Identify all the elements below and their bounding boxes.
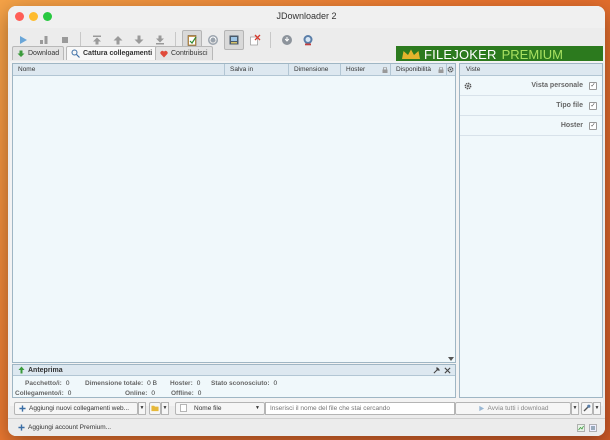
add-links-menu-button[interactable]: ▼: [138, 401, 146, 415]
stop-icon: [62, 37, 68, 43]
heart-icon: [160, 50, 168, 57]
stat-offline: Offline: 0: [171, 390, 202, 397]
stat-unknown-status: Stato sconosciuto: 0: [211, 380, 278, 387]
file-type-checkbox[interactable]: ✓: [589, 101, 597, 110]
clear-icon: [250, 34, 261, 46]
plus-icon: [18, 424, 25, 431]
preview-title: Anteprima: [28, 366, 63, 374]
lock-icon: [438, 67, 444, 73]
column-header-availability[interactable]: Disponibilità: [391, 64, 447, 76]
link-grabber-icon: [71, 49, 80, 58]
bottom-toolbar: Aggiungi nuovi collegamenti web... ▼ ▼ N…: [8, 400, 605, 416]
option-hoster[interactable]: Hoster ✓: [460, 116, 602, 136]
start-all-downloads-button[interactable]: Avvia tutti i download: [455, 401, 571, 415]
banner-text-premium: PREMIUM: [501, 47, 563, 62]
extract-menu-button[interactable]: ▼: [161, 401, 169, 415]
move-down-icon: [134, 35, 144, 44]
stat-hoster: Hoster: 0: [170, 380, 201, 387]
tab-label: Contribuisci: [171, 50, 208, 57]
main-content: Nome Salva in Dimensione Hoster Disponib…: [10, 61, 603, 406]
tab-contribute[interactable]: Contribuisci: [155, 46, 213, 60]
play-icon: [478, 405, 484, 411]
wrench-icon: [583, 404, 591, 412]
plus-icon: [19, 404, 26, 412]
add-links-button[interactable]: Aggiungi nuovi collegamenti web...: [14, 401, 138, 415]
stat-packages: Pacchetto/i: 0: [25, 380, 70, 387]
preview-icon: [18, 366, 25, 374]
pause-icon: [40, 36, 48, 44]
gear-icon[interactable]: [464, 82, 472, 90]
crown-icon: [402, 49, 420, 59]
status-bar: Aggiungi account Premium...: [8, 418, 605, 436]
clipboard-icon: [187, 35, 197, 46]
settings-button[interactable]: [581, 401, 593, 415]
lock-icon: [382, 67, 388, 73]
tab-download[interactable]: Download: [12, 46, 65, 60]
option-custom-view[interactable]: Vista personale ✓: [460, 76, 602, 96]
window-title: JDownloader 2: [276, 11, 337, 21]
wrench-icon[interactable]: [433, 367, 440, 374]
settings-menu-button[interactable]: ▼: [593, 401, 601, 415]
folder-icon: [151, 405, 159, 412]
option-label: Hoster: [560, 122, 583, 129]
auto-confirm-icon: [229, 35, 239, 45]
chevron-down-icon: ▼: [255, 405, 260, 411]
move-up-icon: [113, 36, 123, 45]
download-icon: [17, 50, 25, 57]
app-window: JDownloader 2 Download Cattura collegame…: [8, 6, 605, 436]
column-settings-gear[interactable]: [447, 66, 454, 75]
play-icon: [20, 36, 27, 44]
extract-button[interactable]: [149, 401, 161, 415]
stat-total-size: Dimensione totale: 0 B: [85, 380, 157, 387]
views-panel: Viste Vista personale ✓ Tipo file ✓ Host…: [459, 63, 603, 398]
speed-meter-icon[interactable]: [577, 423, 585, 432]
column-header-name[interactable]: Nome: [13, 64, 225, 76]
tab-link-grabber[interactable]: Cattura collegamenti: [66, 46, 158, 60]
column-header-save-to[interactable]: Salva in: [225, 64, 289, 76]
banner-text: FILEJOKER: [424, 47, 497, 62]
titlebar: JDownloader 2: [8, 6, 605, 28]
option-label: Tipo file: [556, 102, 583, 109]
table-header: Nome Salva in Dimensione Hoster Disponib…: [13, 64, 455, 76]
column-header-hoster[interactable]: Hoster: [341, 64, 391, 76]
status-icons: [577, 423, 597, 432]
update-icon: [282, 35, 292, 45]
preview-panel: Anteprima Pacchetto/i: 0 Dimensione total…: [12, 364, 456, 398]
tab-label: Cattura collegamenti: [83, 50, 153, 57]
file-icon: [180, 404, 187, 412]
option-file-type[interactable]: Tipo file ✓: [460, 96, 602, 116]
tab-label: Download: [28, 50, 60, 57]
premium-icon: [303, 35, 313, 46]
views-header: Viste: [460, 64, 602, 76]
reconnect-icon: [208, 35, 218, 45]
preview-header: Anteprima: [13, 365, 455, 376]
extraction-icon[interactable]: [589, 423, 597, 432]
link-table[interactable]: Nome Salva in Dimensione Hoster Disponib…: [12, 63, 456, 363]
search-field-select[interactable]: Nome file ▼: [175, 401, 265, 415]
column-header-size[interactable]: Dimensione: [289, 64, 341, 76]
stat-online: Online: 0: [125, 390, 156, 397]
gear-icon: [447, 66, 454, 73]
option-label: Vista personale: [531, 82, 583, 89]
close-icon[interactable]: [444, 367, 451, 374]
start-all-menu-button[interactable]: ▼: [571, 401, 579, 415]
move-top-icon: [93, 35, 101, 45]
hoster-checkbox[interactable]: ✓: [589, 121, 597, 130]
add-premium-account-link[interactable]: Aggiungi account Premium...: [18, 424, 111, 431]
search-input[interactable]: [265, 401, 455, 415]
custom-view-checkbox[interactable]: ✓: [589, 81, 597, 90]
scroll-down-arrow[interactable]: [448, 357, 454, 361]
stat-links: Collegamento/i: 0: [15, 390, 72, 397]
move-bottom-icon: [156, 35, 164, 45]
